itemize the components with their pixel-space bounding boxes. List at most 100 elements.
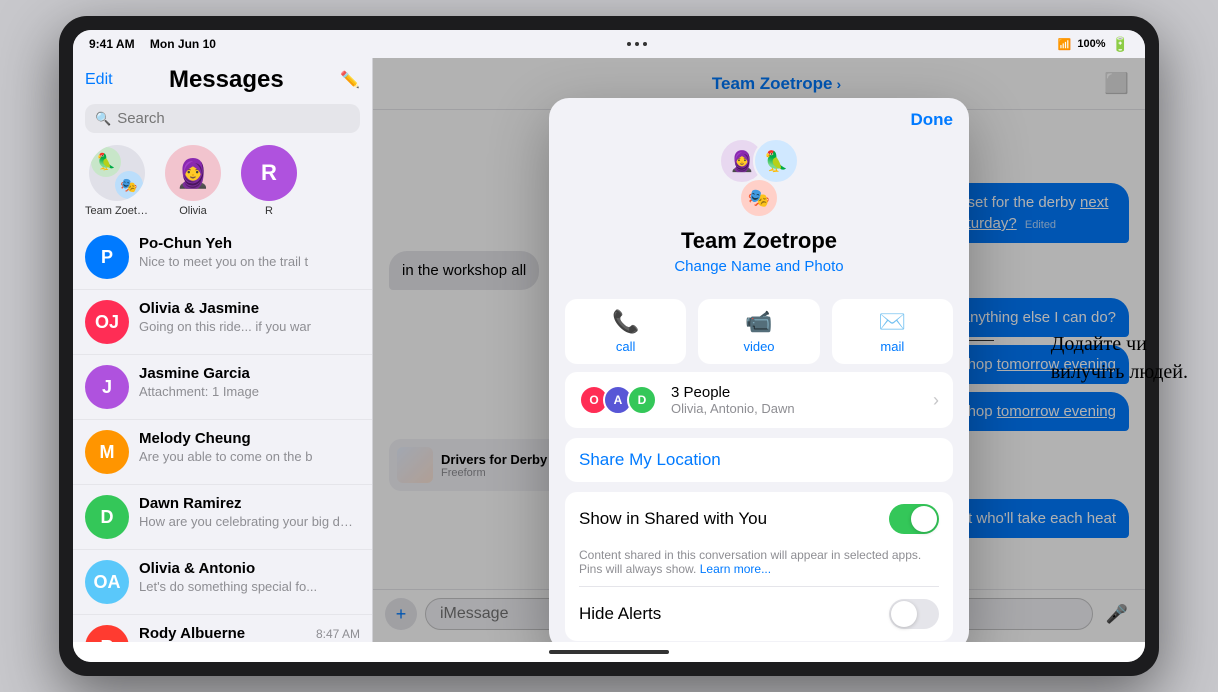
- modal-actions: 📞 call 📹 video ✉️ mail: [565, 299, 953, 364]
- search-bar[interactable]: 🔍: [85, 104, 360, 133]
- people-info: 3 People Olivia, Antonio, Dawn: [671, 384, 923, 416]
- pinned-contact[interactable]: R R: [237, 145, 301, 217]
- message-name: Melody Cheung: [139, 430, 251, 447]
- show-in-shared-toggle[interactable]: [889, 504, 939, 534]
- modal-overlay: Done 🧕 🦜 🎭 Team Zoetrope Change Name and…: [373, 58, 1145, 642]
- sidebar-title: Messages: [169, 66, 284, 94]
- list-item[interactable]: P Po-Chun Yeh Nice to meet you on the tr…: [73, 225, 372, 290]
- message-name: Dawn Ramirez: [139, 495, 242, 512]
- mail-icon: ✉️: [879, 309, 906, 335]
- pinned-contacts: 🦜 🎭 Team Zoetrope 🧕 Olivia R R: [73, 141, 372, 225]
- message-time: 8:47 AM: [316, 627, 360, 641]
- learn-more-link[interactable]: Learn more...: [700, 562, 771, 576]
- pinned-label: R: [265, 205, 273, 217]
- modal-header: Done: [549, 98, 969, 130]
- group-avatar-stack: 🧕 🦜 🎭: [719, 138, 799, 218]
- avatar: OJ: [85, 300, 129, 344]
- status-bar-left: 9:41 AM Mon Jun 10: [89, 37, 216, 51]
- hide-alerts-toggle[interactable]: [889, 599, 939, 629]
- person-avatar: D: [627, 385, 657, 415]
- pinned-avatar: 🧕: [165, 145, 221, 201]
- status-bar-right: 📶 100% 🔋: [1058, 36, 1129, 53]
- message-name: Olivia & Antonio: [139, 560, 255, 577]
- avatar: J: [85, 365, 129, 409]
- share-location-section: Share My Location: [565, 438, 953, 482]
- group-detail-modal: Done 🧕 🦜 🎭 Team Zoetrope Change Name and…: [549, 98, 969, 642]
- message-preview: How are you celebrating your big day?: [139, 514, 360, 529]
- message-preview: Nice to meet you on the trail t: [139, 254, 360, 269]
- pinned-contact[interactable]: 🧕 Olivia: [161, 145, 225, 217]
- message-list: P Po-Chun Yeh Nice to meet you on the tr…: [73, 225, 372, 642]
- wifi-icon: 📶: [1058, 38, 1072, 51]
- message-name: Olivia & Jasmine: [139, 300, 259, 317]
- toggle-knob: [911, 506, 937, 532]
- people-avatars: O A D: [579, 385, 657, 415]
- list-item[interactable]: OA Olivia & Antonio Let's do something s…: [73, 550, 372, 615]
- search-icon: 🔍: [95, 111, 111, 127]
- hide-alerts-title: Hide Alerts: [579, 604, 879, 624]
- ipad-screen: 9:41 AM Mon Jun 10 📶 100% 🔋 Edit M: [73, 30, 1145, 662]
- done-button[interactable]: Done: [911, 110, 954, 130]
- toggle-knob: [891, 601, 917, 627]
- show-in-shared-desc: Content shared in this conversation will…: [579, 548, 939, 576]
- video-label: video: [743, 339, 774, 354]
- show-in-shared-row: Show in Shared with You: [565, 492, 953, 546]
- main-area: Edit Messages ✏️ 🔍 🦜 🎭: [73, 58, 1145, 642]
- battery-level: 100%: [1077, 38, 1105, 50]
- edit-button[interactable]: Edit: [85, 71, 113, 89]
- pinned-avatar: R: [241, 145, 297, 201]
- share-location-label: Share My Location: [579, 450, 721, 470]
- battery-icon: 🔋: [1112, 36, 1129, 53]
- people-row[interactable]: O A D 3 People Olivia, Antonio, Dawn ›: [565, 372, 953, 428]
- mail-button[interactable]: ✉️ mail: [832, 299, 953, 364]
- video-icon: 📹: [745, 309, 772, 335]
- compose-icon: ✏️: [340, 72, 360, 89]
- people-count: 3 People: [671, 384, 923, 401]
- list-item[interactable]: OJ Olivia & Jasmine Going on this ride..…: [73, 290, 372, 355]
- call-button[interactable]: 📞 call: [565, 299, 686, 364]
- pinned-contact[interactable]: 🦜 🎭 Team Zoetrope: [85, 145, 149, 217]
- people-section: O A D 3 People Olivia, Antonio, Dawn ›: [565, 372, 953, 428]
- status-time: 9:41 AM: [89, 37, 135, 51]
- modal-group-name: Team Zoetrope: [681, 228, 837, 254]
- toggle-section: Show in Shared with You Content shared i…: [565, 492, 953, 641]
- sidebar: Edit Messages ✏️ 🔍 🦜 🎭: [73, 58, 373, 642]
- chevron-right-icon: ›: [933, 390, 939, 411]
- home-indicator: [549, 650, 669, 654]
- message-name: Rody Albuerne: [139, 625, 245, 642]
- message-name: Po-Chun Yeh: [139, 235, 232, 252]
- avatar: P: [85, 235, 129, 279]
- home-bar-bottom: [73, 642, 1145, 662]
- message-name: Jasmine Garcia: [139, 365, 250, 382]
- avatar: R: [85, 625, 129, 642]
- message-preview: Are you able to come on the b: [139, 449, 360, 464]
- hide-alerts-row: Hide Alerts: [565, 587, 953, 641]
- share-location-row[interactable]: Share My Location: [565, 438, 953, 482]
- status-bar: 9:41 AM Mon Jun 10 📶 100% 🔋: [73, 30, 1145, 58]
- search-input[interactable]: [117, 110, 350, 127]
- call-label: call: [616, 339, 636, 354]
- compose-button[interactable]: ✏️: [340, 70, 360, 90]
- avatar: OA: [85, 560, 129, 604]
- chat-area: Team Zoetrope › ⬜ Olivia has changed the…: [373, 58, 1145, 642]
- mail-label: mail: [880, 339, 904, 354]
- message-preview: Attachment: 1 Image: [139, 384, 360, 399]
- ipad-frame: 9:41 AM Mon Jun 10 📶 100% 🔋 Edit M: [59, 16, 1159, 676]
- pinned-label: Team Zoetrope: [85, 205, 149, 217]
- status-bar-center: [627, 42, 647, 46]
- message-preview: Let's do something special fo...: [139, 579, 360, 594]
- sidebar-header: Edit Messages ✏️: [73, 58, 372, 100]
- message-preview: Going on this ride... if you war: [139, 319, 360, 334]
- modal-group-info: 🧕 🦜 🎭 Team Zoetrope Change Name and Phot…: [549, 130, 969, 291]
- list-item[interactable]: R Rody Albuerne 8:47 AM Do you wanna joi…: [73, 615, 372, 642]
- avatar: D: [85, 495, 129, 539]
- show-in-shared-title: Show in Shared with You: [579, 509, 879, 529]
- change-name-button[interactable]: Change Name and Photo: [674, 258, 843, 275]
- list-item[interactable]: M Melody Cheung Are you able to come on …: [73, 420, 372, 485]
- group-avatar-3: 🎭: [739, 178, 779, 218]
- pinned-label: Olivia: [179, 205, 207, 217]
- list-item[interactable]: D Dawn Ramirez How are you celebrating y…: [73, 485, 372, 550]
- video-button[interactable]: 📹 video: [698, 299, 819, 364]
- list-item[interactable]: J Jasmine Garcia Attachment: 1 Image: [73, 355, 372, 420]
- avatar: M: [85, 430, 129, 474]
